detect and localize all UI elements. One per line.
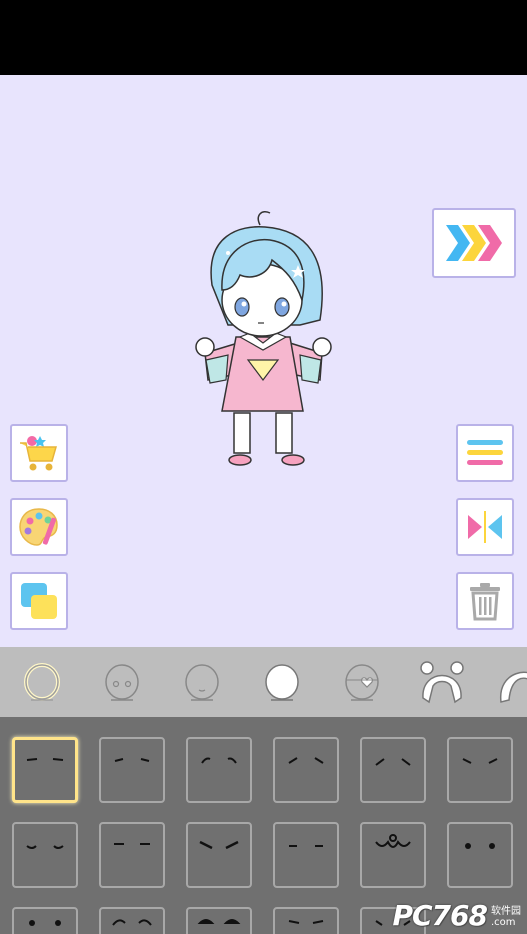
face-glow-icon xyxy=(24,663,60,701)
category-bar xyxy=(0,647,527,717)
triple-chevron-icon xyxy=(446,225,502,261)
eyebrow-option-icon xyxy=(375,758,411,766)
hair-partial-icon xyxy=(500,671,527,703)
watermark-logo: PC768 xyxy=(392,899,488,932)
watermark-tagline: 软件园 .com xyxy=(491,906,521,928)
flip-horizontal-icon xyxy=(468,511,502,543)
layers-icon xyxy=(21,583,57,619)
character-canvas xyxy=(0,75,527,647)
grid-item[interactable] xyxy=(360,822,426,888)
shopping-cart-icon xyxy=(20,436,57,471)
eyebrow-option-icon xyxy=(465,843,495,849)
status-bar xyxy=(0,0,527,75)
heart-eyepatch-icon xyxy=(345,664,379,701)
palette-icon xyxy=(19,508,58,546)
eyebrow-option-icon xyxy=(197,919,241,924)
eyebrow-option-icon xyxy=(201,757,237,764)
trash-icon xyxy=(470,583,500,621)
eyebrow-option-icon xyxy=(112,919,152,926)
eyebrow-option-icon xyxy=(462,758,498,764)
category-face-shape[interactable] xyxy=(256,657,308,709)
grid-item[interactable] xyxy=(360,737,426,803)
flip-button[interactable] xyxy=(456,498,514,556)
eyebrow-option-icon xyxy=(199,840,239,850)
category-hair-back[interactable] xyxy=(416,657,468,709)
shop-button[interactable] xyxy=(10,424,68,482)
delete-button[interactable] xyxy=(456,572,514,630)
eyebrow-option-icon xyxy=(114,758,150,762)
eyes-head-icon xyxy=(105,664,139,701)
grid-item[interactable] xyxy=(273,907,339,934)
grid-item[interactable] xyxy=(12,737,78,803)
hamburger-menu-icon xyxy=(467,440,503,465)
eyebrow-option-icon xyxy=(288,757,324,764)
eyebrow-option-icon xyxy=(26,845,64,849)
character-figure[interactable] xyxy=(0,75,527,647)
grid-item[interactable] xyxy=(12,822,78,888)
grid-item[interactable] xyxy=(186,822,252,888)
mouth-option-icon xyxy=(375,834,411,848)
eyebrow-option-icon xyxy=(289,845,323,847)
category-mouth[interactable] xyxy=(176,657,228,709)
item-grid: PC768 软件园 .com xyxy=(0,717,527,934)
grid-item[interactable] xyxy=(447,737,513,803)
grid-item[interactable] xyxy=(447,822,513,888)
color-palette-button[interactable] xyxy=(10,498,68,556)
next-button[interactable] xyxy=(432,208,516,278)
eyebrow-option-icon xyxy=(288,920,324,924)
grid-item[interactable] xyxy=(12,907,78,934)
category-face-glow[interactable] xyxy=(16,657,68,709)
grid-item[interactable] xyxy=(99,907,165,934)
eyebrow-option-icon xyxy=(29,920,61,926)
grid-item[interactable] xyxy=(273,737,339,803)
watermark: PC768 软件园 .com xyxy=(392,902,521,930)
face-shape-icon xyxy=(265,664,299,701)
grid-item[interactable] xyxy=(99,737,165,803)
grid-item[interactable] xyxy=(186,907,252,934)
bear-ears-hair-icon xyxy=(420,661,464,704)
menu-button[interactable] xyxy=(456,424,514,482)
mouth-head-icon xyxy=(185,664,219,701)
grid-item[interactable] xyxy=(186,737,252,803)
grid-item[interactable] xyxy=(99,822,165,888)
layers-button[interactable] xyxy=(10,572,68,630)
eyebrow-option-icon xyxy=(114,843,150,845)
grid-item[interactable] xyxy=(273,822,339,888)
category-eyes[interactable] xyxy=(96,657,148,709)
category-hair-front[interactable] xyxy=(490,657,527,709)
eyebrow-option-icon xyxy=(26,758,64,761)
category-accessory[interactable] xyxy=(336,657,388,709)
